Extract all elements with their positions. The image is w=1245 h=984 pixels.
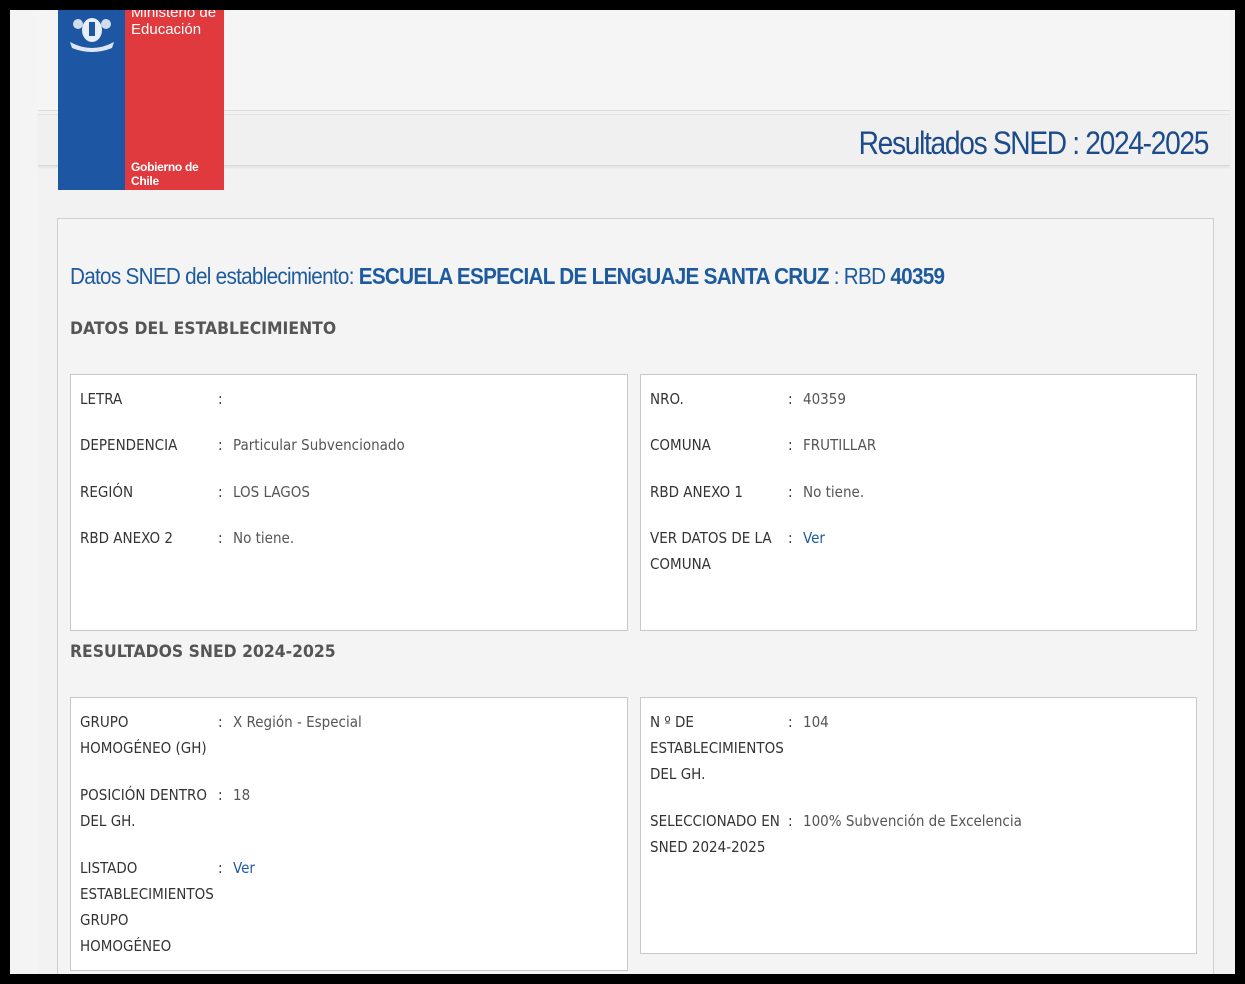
info-separator: : (218, 713, 223, 731)
info-label: RBD ANEXO 1 (650, 483, 743, 501)
rbd-number: 40359 (890, 263, 945, 289)
info-separator: : (788, 529, 793, 547)
left-margin (10, 10, 38, 974)
ver-listado-link[interactable]: Ver (233, 855, 255, 881)
coat-of-arms-icon (70, 18, 114, 52)
school-name: ESCUELA ESPECIAL DE LENGUAJE SANTA CRUZ (358, 263, 830, 289)
info-value: No tiene. (233, 529, 295, 547)
info-separator: : (788, 390, 793, 408)
resultados-section-title: RESULTADOS SNED 2024-2025 (70, 642, 336, 662)
info-label: POSICIÓN DENTRO DEL GH. (80, 786, 207, 830)
info-label: VER DATOS DE LA COMUNA (650, 529, 772, 573)
info-separator: : (218, 786, 223, 804)
info-label: DEPENDENCIA (80, 436, 178, 454)
establecimiento-left-box: LETRA : DEPENDENCIA : Particular Subvenc… (70, 374, 628, 631)
info-value: 104 (803, 713, 829, 731)
info-label: COMUNA (650, 436, 711, 454)
info-separator: : (788, 483, 793, 501)
page-title: Datos SNED del establecimiento: ESCUELA … (70, 263, 945, 290)
info-value: No tiene. (803, 483, 865, 501)
resultados-right-box: N º DE ESTABLECIMIENTOS DEL GH. : 104 SE… (640, 697, 1197, 954)
logo-gobierno-text: Gobierno de Chile (131, 160, 199, 188)
info-separator: : (218, 483, 223, 501)
info-separator: : (788, 812, 793, 830)
info-label: N º DE ESTABLECIMIENTOS DEL GH. (650, 713, 784, 783)
info-label: SELECCIONADO EN SNED 2024-2025 (650, 812, 780, 856)
page-header-title: Resultados SNED : 2024-2025 (858, 125, 1210, 161)
info-separator: : (218, 390, 223, 408)
establecimiento-right-box: NRO. : 40359 COMUNA : FRUTILLAR RBD ANEX… (640, 374, 1197, 631)
info-value: Particular Subvencionado (233, 436, 405, 454)
info-separator: : (788, 436, 793, 454)
info-separator: : (218, 529, 223, 547)
results-panel: Datos SNED del establecimiento: ESCUELA … (57, 218, 1214, 974)
info-value: FRUTILLAR (803, 436, 877, 454)
info-label: RBD ANEXO 2 (80, 529, 173, 547)
info-value: 18 (233, 786, 251, 804)
info-label: LISTADO ESTABLECIMIENTOS GRUPO HOMOGÉNEO (80, 859, 214, 955)
info-separator: : (788, 713, 793, 731)
info-label: NRO. (650, 390, 684, 408)
logo-line-1: Ministerio de (131, 10, 217, 21)
page-frame: Resultados SNED : 2024-2025 Ministerio d… (10, 10, 1235, 974)
establecimiento-section-title: DATOS DEL ESTABLECIMIENTO (70, 319, 337, 339)
info-value: LOS LAGOS (233, 483, 310, 501)
info-value: 100% Subvención de Excelencia (803, 812, 1022, 830)
logo-line-2: Educación (131, 21, 202, 38)
ver-comuna-link[interactable]: Ver (803, 525, 825, 551)
logo-ministerio-text: Ministerio de Educación (131, 10, 216, 38)
resultados-left-box: GRUPO HOMOGÉNEO (GH) : X Región - Especi… (70, 697, 628, 971)
info-label: REGIÓN (80, 483, 134, 501)
info-value: X Región - Especial (233, 713, 362, 731)
ministerio-logo[interactable]: Ministerio de Educación Gobierno de Chil… (58, 10, 224, 190)
title-prefix: Datos SNED del establecimiento: (70, 263, 359, 289)
info-value: 40359 (803, 390, 846, 408)
info-label: GRUPO HOMOGÉNEO (GH) (80, 713, 207, 757)
info-separator: : (218, 436, 223, 454)
info-separator: : (218, 859, 223, 877)
rbd-label: : RBD (828, 263, 891, 289)
info-label: LETRA (80, 390, 123, 408)
